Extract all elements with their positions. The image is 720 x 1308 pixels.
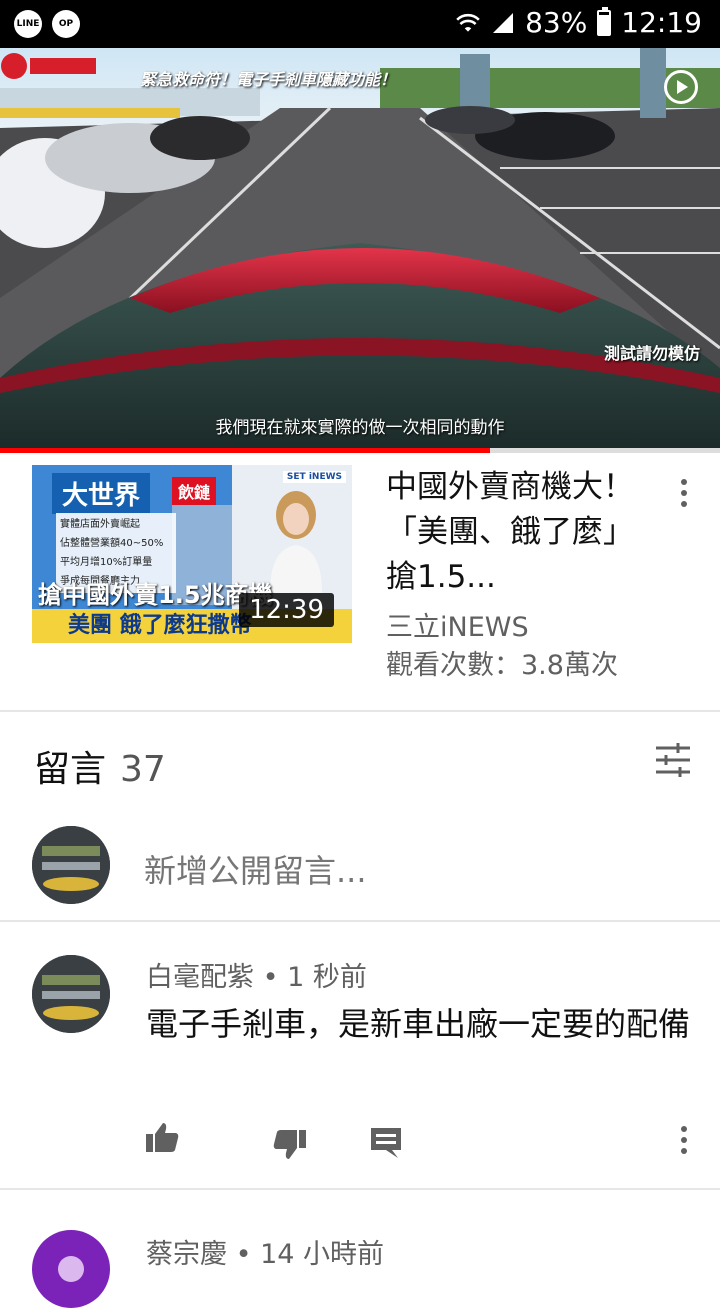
recommended-video-item[interactable]: 大世界 飲鏈 SET iNEWS 實體店面外賣崛起 佔整體營業額40~50% 平…	[0, 453, 720, 711]
op-app-icon: OP	[52, 10, 80, 38]
recommended-view-count: 觀看次數：3.8萬次	[386, 650, 618, 681]
user-avatar	[32, 826, 110, 904]
clock: 12:19	[621, 6, 702, 39]
more-options-icon[interactable]	[669, 473, 699, 513]
anchor-person-image	[270, 491, 322, 593]
video-player[interactable]: 緊急救命符！電子手剎車隱藏功能！ 測試請勿模仿 我們現在就來實際的做一次相同的動…	[0, 48, 720, 453]
thumbnail-news-badge: SET iNEWS	[282, 471, 346, 483]
line-app-icon: LINE	[14, 10, 42, 38]
comment-author[interactable]: 白毫配紫	[146, 962, 254, 993]
avatar-image	[32, 826, 110, 904]
notification-icons: LINE OP	[14, 10, 80, 38]
comment-more-options-icon[interactable]	[669, 1120, 699, 1160]
video-thumbnail[interactable]: 大世界 飲鏈 SET iNEWS 實體店面外賣崛起 佔整體營業額40~50% 平…	[32, 465, 352, 643]
wifi-icon	[456, 13, 480, 32]
video-frame	[0, 48, 720, 453]
section-divider	[0, 1188, 720, 1190]
thumbnail-tag: 飲鏈	[172, 477, 217, 505]
comments-header: 留言 37	[34, 740, 166, 792]
video-duration: 12:39	[239, 593, 334, 627]
battery-percent: 83%	[525, 6, 588, 39]
thumbnail-bullet: 佔整體營業額40~50%	[60, 538, 164, 549]
status-bar: LINE OP 83% 12:19	[0, 0, 720, 48]
recommended-video-title[interactable]: 中國外賣商機大！「美團、餓了麼」搶1.5...	[386, 465, 646, 600]
video-warning-text: 測試請勿模仿	[603, 344, 700, 363]
thumbnail-brand: 大世界	[52, 473, 151, 514]
video-overlay-title: 緊急救命符！電子手剎車隱藏功能！	[140, 70, 397, 89]
autoplay-icon[interactable]	[664, 70, 698, 104]
sort-filter-icon[interactable]	[654, 742, 692, 778]
like-icon[interactable]	[144, 1120, 180, 1156]
thumbnail-bullet: 實體店面外賣崛起	[60, 519, 140, 530]
system-status: 83% 12:19	[455, 6, 702, 39]
comment-author-avatar[interactable]	[32, 955, 110, 1033]
section-divider	[0, 920, 720, 922]
thumbnail-bullet: 平均月增10%訂單量	[60, 557, 153, 568]
reply-icon[interactable]	[368, 1124, 404, 1160]
comment-meta: 蔡宗慶 • 14 小時前	[146, 1239, 385, 1270]
cell-signal-icon	[493, 12, 514, 33]
battery-icon	[597, 6, 612, 36]
avatar-circle-icon	[58, 1256, 84, 1282]
comments-label: 留言	[34, 749, 107, 790]
comment-text: 電子手剎車，是新車出廠一定要的配備	[146, 1005, 691, 1043]
comment-time: 14 小時前	[260, 1239, 385, 1270]
comment-meta: 白毫配紫 • 1 秒前	[146, 962, 367, 993]
dislike-icon[interactable]	[272, 1126, 308, 1162]
comment-time: 1 秒前	[287, 962, 367, 993]
add-comment-input[interactable]: 新增公開留言...	[144, 846, 367, 892]
comment-author[interactable]: 蔡宗慶	[146, 1239, 227, 1270]
channel-logo	[1, 53, 96, 79]
video-subtitle: 我們現在就來實際的做一次相同的動作	[215, 418, 505, 438]
comments-count: 37	[120, 749, 166, 790]
thumbnail-headline: 搶中國外賣1.5兆商機	[38, 581, 273, 609]
recommended-channel-name: 三立iNEWS	[386, 612, 529, 643]
comment-author-avatar[interactable]	[32, 1230, 110, 1308]
avatar-image	[32, 955, 110, 1033]
section-divider	[0, 710, 720, 712]
